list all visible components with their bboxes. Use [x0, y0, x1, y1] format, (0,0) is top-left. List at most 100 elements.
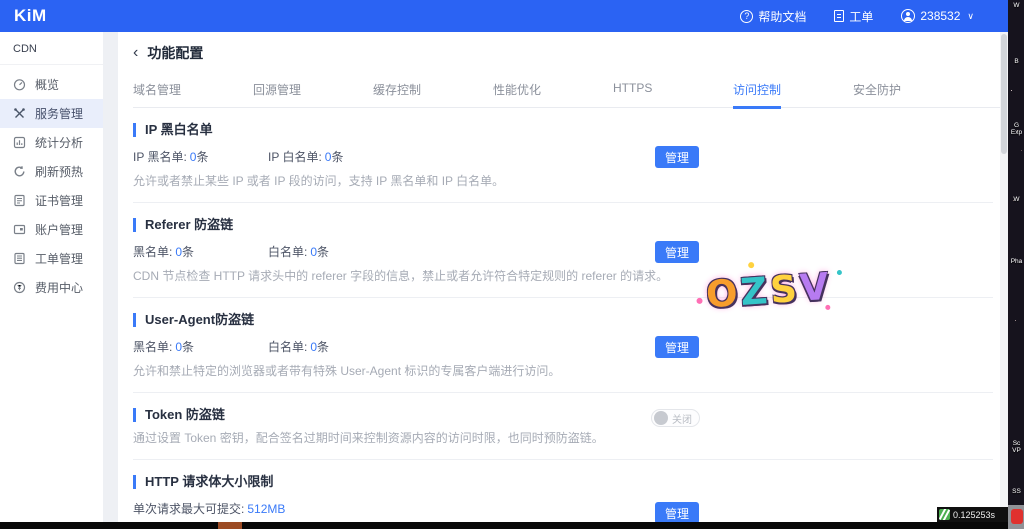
tab-origin-management[interactable]: 回源管理 — [253, 81, 373, 107]
billing-icon — [13, 281, 26, 294]
sidebar-item-label: 工单管理 — [35, 250, 83, 267]
sidebar-item-label: 账户管理 — [35, 221, 83, 238]
clipboard-list-icon — [13, 252, 26, 265]
ticket-label: 工单 — [849, 8, 873, 25]
desktop-icon-gexp[interactable]: G Exp — [1010, 122, 1023, 136]
referer-whitelist-count: 白名单:0条 — [268, 243, 403, 260]
ua-blacklist-count: 黑名单:0条 — [133, 338, 268, 355]
sidebar-item-certificates[interactable]: 证书管理 — [0, 186, 103, 215]
speed-leaf-icon — [939, 509, 950, 520]
screen: KiM ? 帮助文档 工单 238532 ∨ CDN — [0, 0, 1024, 529]
tab-access-control[interactable]: 访问控制 — [733, 81, 853, 107]
sidebar-item-label: 刷新预热 — [35, 163, 83, 180]
main-panel: ‹ 功能配置 域名管理 回源管理 缓存控制 性能优化 HTTPS 访问控制 安全… — [118, 32, 1000, 522]
refresh-icon — [13, 165, 26, 178]
certificate-icon — [13, 194, 26, 207]
toggle-knob — [654, 411, 668, 425]
help-docs-label: 帮助文档 — [758, 8, 806, 25]
page-header: ‹ 功能配置 — [133, 32, 1000, 63]
tab-https[interactable]: HTTPS — [613, 81, 733, 107]
page-title: 功能配置 — [147, 43, 203, 63]
ozsv-graffiti-sticker: OZSV — [705, 265, 833, 317]
sidebar-item-billing[interactable]: 费用中心 — [0, 273, 103, 302]
ticket-icon — [834, 10, 844, 22]
section-description: 通过设置 Token 密钥，配合签名过期时间来控制资源内容的访问时限，也同时预防… — [133, 429, 993, 446]
section-token-hotlink: Token 防盗链 通过设置 Token 密钥，配合签名过期时间来控制资源内容的… — [133, 393, 993, 460]
sidebar-item-label: 概览 — [35, 76, 59, 93]
sidebar-item-label: 费用中心 — [35, 279, 83, 296]
load-time-value: 0.125253s — [953, 510, 995, 520]
tab-performance[interactable]: 性能优化 — [493, 81, 613, 107]
desktop-edge-strip: W B G Exp W Pha Sc VP SS — [1008, 0, 1024, 529]
desktop-icon-pha[interactable]: Pha — [1010, 258, 1023, 265]
tab-bar: 域名管理 回源管理 缓存控制 性能优化 HTTPS 访问控制 安全防护 — [133, 81, 1000, 108]
section-description: CDN 节点检查 HTTP 请求头中的 referer 字段的信息，禁止或者允许… — [133, 267, 993, 284]
desktop-bottom-block — [1008, 505, 1024, 529]
app-topbar: KiM ? 帮助文档 工单 238532 ∨ — [0, 0, 1008, 32]
red-app-icon[interactable] — [1011, 509, 1023, 524]
user-menu[interactable]: 238532 ∨ — [901, 9, 974, 23]
sidebar-menu: 概览 服务管理 统计分析 刷新预热 证书管理 — [0, 70, 103, 302]
tools-icon — [13, 107, 26, 120]
sidebar-item-account[interactable]: 账户管理 — [0, 215, 103, 244]
manage-button-user-agent[interactable]: 管理 — [655, 336, 699, 358]
topbar-actions: ? 帮助文档 工单 238532 ∨ — [740, 8, 974, 25]
referer-blacklist-count: 黑名单:0条 — [133, 243, 268, 260]
manage-button-referer[interactable]: 管理 — [655, 241, 699, 263]
taskbar — [0, 522, 1008, 529]
section-fields: 黑名单:0条 白名单:0条 — [133, 243, 993, 260]
section-fields: IP 黑名单:0条 IP 白名单:0条 — [133, 148, 993, 165]
product-label: CDN — [0, 32, 103, 65]
user-avatar-icon — [901, 9, 915, 23]
question-circle-icon: ? — [740, 10, 753, 23]
scrollbar-thumb[interactable] — [1001, 34, 1007, 154]
section-title: IP 黑白名单 — [133, 123, 993, 137]
taskbar-app-indicator — [218, 522, 242, 529]
back-button[interactable]: ‹ — [133, 46, 138, 60]
manage-button-body-limit[interactable]: 管理 — [655, 502, 699, 524]
desktop-icon-w1[interactable]: W — [1010, 2, 1023, 9]
sidebar-item-label: 证书管理 — [35, 192, 83, 209]
section-fields: 单次请求最大可提交:512MB — [133, 500, 993, 517]
help-docs-link[interactable]: ? 帮助文档 — [740, 8, 806, 25]
sidebar-item-overview[interactable]: 概览 — [0, 70, 103, 99]
ip-whitelist-count: IP 白名单:0条 — [268, 148, 403, 165]
desktop-icon-b[interactable]: B — [1010, 58, 1023, 65]
section-ip-blackwhite-list: IP 黑白名单 IP 黑名单:0条 IP 白名单:0条 允许或者禁止某些 IP … — [133, 108, 993, 203]
account-card-icon — [13, 223, 26, 236]
section-title: User-Agent防盗链 — [133, 313, 993, 327]
tab-cache-control[interactable]: 缓存控制 — [373, 81, 493, 107]
sidebar-item-work-orders[interactable]: 工单管理 — [0, 244, 103, 273]
tab-security[interactable]: 安全防护 — [853, 81, 973, 107]
sidebar-item-service-management[interactable]: 服务管理 — [0, 99, 103, 128]
user-id: 238532 — [920, 9, 960, 23]
tab-domain-management[interactable]: 域名管理 — [133, 81, 253, 107]
section-title: HTTP 请求体大小限制 — [133, 475, 993, 489]
ticket-link[interactable]: 工单 — [834, 8, 873, 25]
section-title: Token 防盗链 — [133, 408, 993, 422]
sidebar-item-label: 服务管理 — [35, 105, 83, 122]
section-http-body-limit: HTTP 请求体大小限制 单次请求最大可提交:512MB 限制单次请求体的内容大… — [133, 460, 993, 529]
section-referer-hotlink: Referer 防盗链 黑名单:0条 白名单:0条 CDN 节点检查 HTTP … — [133, 203, 993, 298]
max-request-size: 单次请求最大可提交:512MB — [133, 500, 285, 517]
bar-chart-icon — [13, 136, 26, 149]
token-toggle-off[interactable]: 关闭 — [651, 409, 700, 427]
page-scrollbar[interactable] — [1000, 32, 1008, 522]
brand-logo: KiM — [14, 6, 47, 26]
sidebar-item-statistics[interactable]: 统计分析 — [0, 128, 103, 157]
sidebar-item-refresh-preheat[interactable]: 刷新预热 — [0, 157, 103, 186]
desktop-icon-ss[interactable]: SS — [1010, 488, 1023, 495]
manage-button-ip-list[interactable]: 管理 — [655, 146, 699, 168]
toggle-label: 关闭 — [672, 411, 692, 426]
sidebar: CDN 概览 服务管理 统计分析 刷新预热 — [0, 32, 103, 522]
chevron-down-icon: ∨ — [967, 11, 974, 22]
page-load-timer: 0.125253s — [937, 507, 1008, 522]
browser-window: KiM ? 帮助文档 工单 238532 ∨ CDN — [0, 0, 1008, 529]
desktop-icon-w2[interactable]: W — [1010, 196, 1023, 203]
section-user-agent-hotlink: User-Agent防盗链 黑名单:0条 白名单:0条 允许和禁止特定的浏览器或… — [133, 298, 993, 393]
section-description: 允许和禁止特定的浏览器或者带有特殊 User-Agent 标识的专属客户端进行访… — [133, 362, 993, 379]
ip-blacklist-count: IP 黑名单:0条 — [133, 148, 268, 165]
section-title: Referer 防盗链 — [133, 218, 993, 232]
dashboard-icon — [13, 78, 26, 91]
desktop-icon-scvp[interactable]: Sc VP — [1010, 440, 1023, 454]
